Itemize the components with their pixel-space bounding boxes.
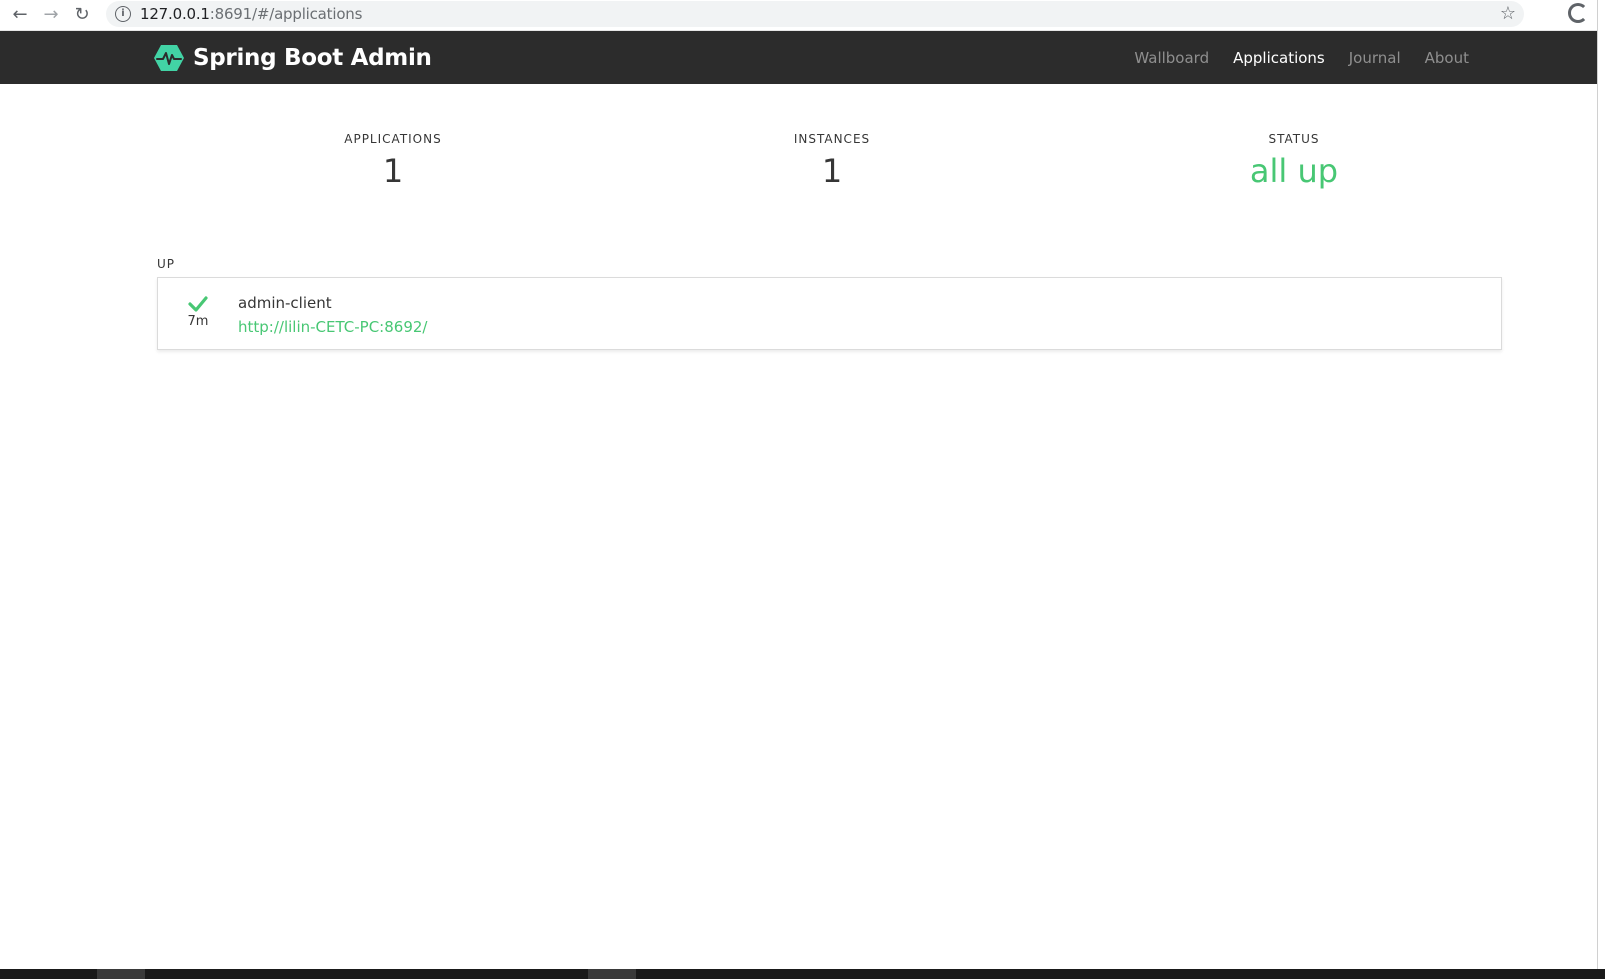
- nav-link-about[interactable]: About: [1425, 49, 1469, 67]
- browser-toolbar: ← → ↻ i 127.0.0.1:8691/#/applications ☆: [0, 0, 1605, 31]
- url-text: 127.0.0.1:8691/#/applications: [140, 5, 362, 23]
- check-icon: [188, 296, 208, 312]
- uptime: 7m: [187, 314, 209, 329]
- extension-icon[interactable]: [1568, 3, 1588, 23]
- status-column: 7m: [180, 296, 216, 329]
- application-url-link[interactable]: http://lilin-CETC-PC:8692/: [238, 318, 427, 336]
- reload-icon[interactable]: ↻: [70, 3, 94, 27]
- brand-name: Spring Boot Admin: [193, 45, 432, 71]
- nav-link-journal[interactable]: Journal: [1349, 49, 1401, 67]
- app-navbar: Spring Boot Admin Wallboard Applications…: [0, 31, 1597, 84]
- stat-applications-label: APPLICATIONS: [344, 132, 442, 146]
- stat-instances-value: 1: [821, 152, 843, 190]
- spring-boot-admin-logo-icon: [154, 45, 184, 71]
- address-bar[interactable]: i 127.0.0.1:8691/#/applications ☆: [106, 1, 1524, 27]
- application-name: admin-client: [238, 294, 332, 312]
- info-icon[interactable]: i: [115, 6, 131, 22]
- forward-icon[interactable]: →: [39, 3, 63, 27]
- stat-instances: INSTANCES 1: [772, 132, 892, 190]
- window-edge: [1597, 0, 1605, 979]
- application-row[interactable]: 7m admin-client http://lilin-CETC-PC:869…: [157, 277, 1502, 350]
- stat-status-label: STATUS: [1268, 132, 1320, 146]
- nav-link-applications[interactable]: Applications: [1233, 49, 1325, 67]
- stat-applications: APPLICATIONS 1: [333, 132, 453, 190]
- back-icon[interactable]: ←: [8, 3, 32, 27]
- nav-links: Wallboard Applications Journal About: [1134, 49, 1469, 67]
- os-taskbar: [0, 969, 1605, 979]
- applications-summary: APPLICATIONS 1 INSTANCES 1 STATUS all up: [157, 132, 1502, 202]
- taskbar-item[interactable]: [97, 969, 145, 979]
- stat-status: STATUS all up: [1194, 132, 1394, 190]
- stat-status-value: all up: [1249, 152, 1339, 190]
- stat-instances-label: INSTANCES: [793, 132, 871, 146]
- group-label-up: UP: [157, 257, 176, 271]
- stat-applications-value: 1: [382, 152, 404, 190]
- brand[interactable]: Spring Boot Admin: [153, 44, 432, 72]
- url-path: :8691/#/applications: [209, 5, 363, 23]
- taskbar-item[interactable]: [588, 969, 636, 979]
- nav-link-wallboard[interactable]: Wallboard: [1134, 49, 1209, 67]
- star-icon[interactable]: ☆: [1500, 3, 1516, 24]
- url-host: 127.0.0.1: [140, 5, 210, 23]
